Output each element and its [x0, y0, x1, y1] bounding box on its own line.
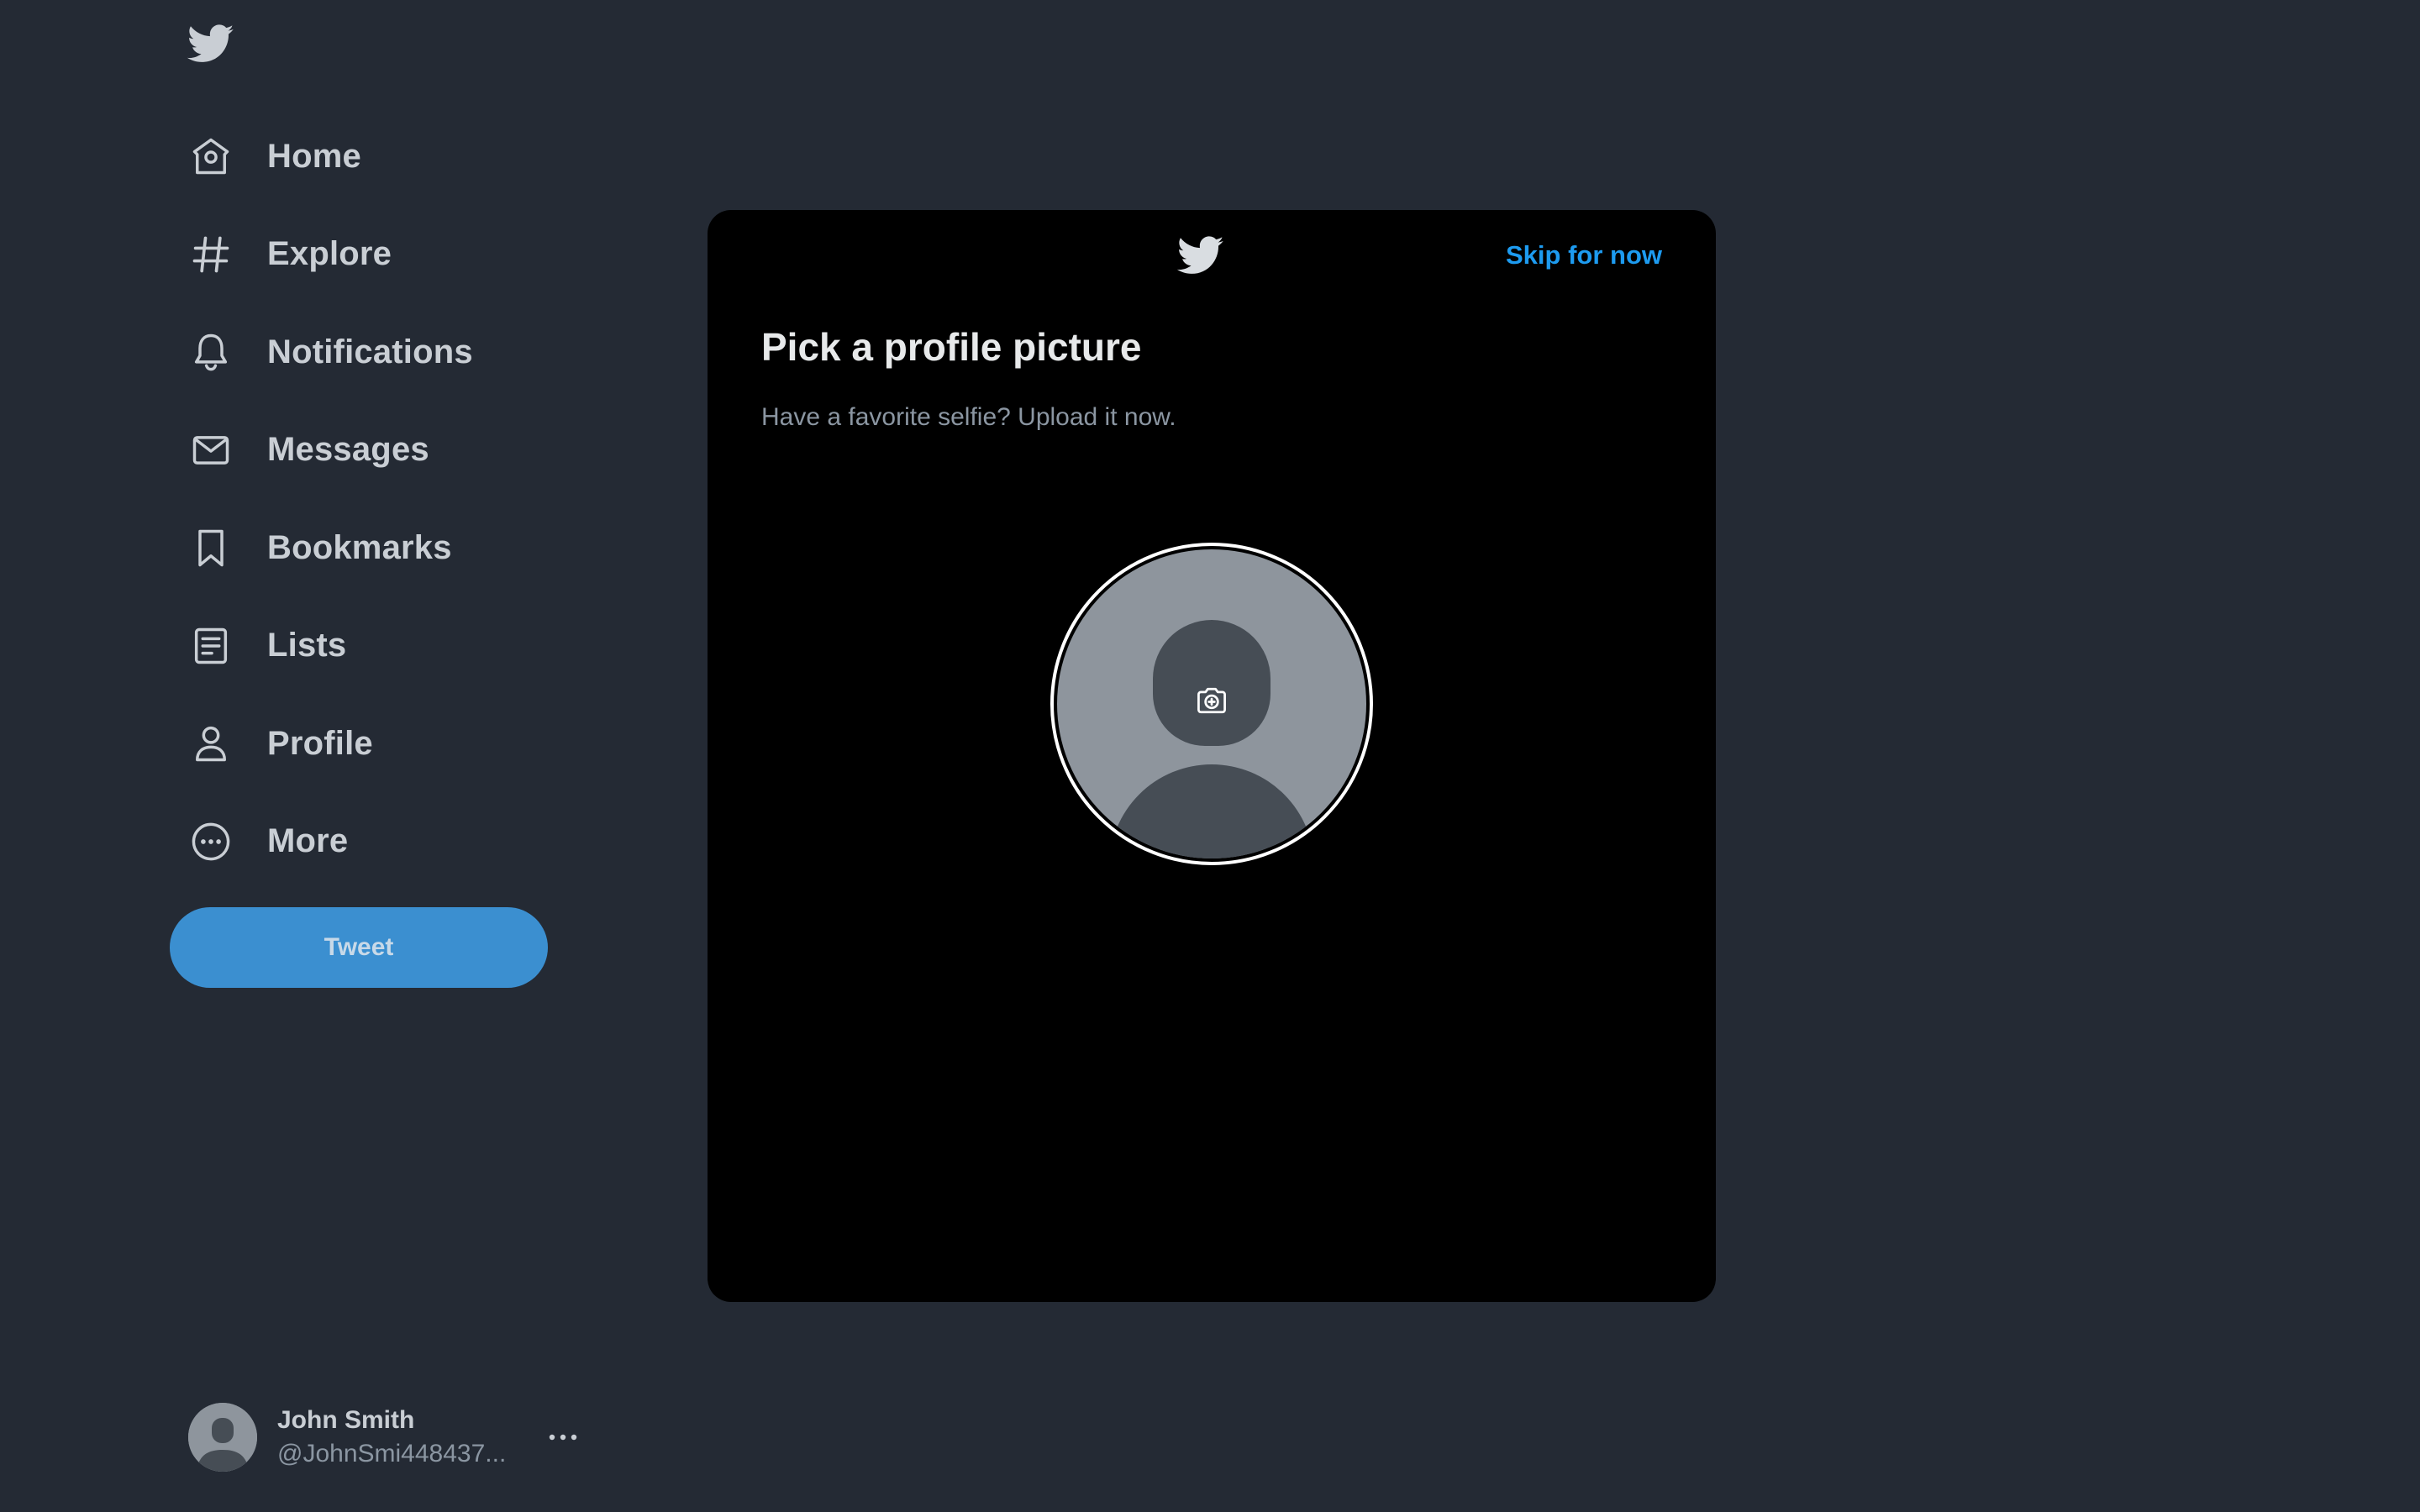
sidebar: Home Explore Notifications Messages Book… — [0, 0, 639, 1512]
nav-item-home[interactable]: Home — [185, 108, 473, 206]
profile-picture-modal: Skip for now Pick a profile picture Have… — [708, 210, 1716, 1302]
nav-label-more: More — [267, 822, 349, 860]
nav-item-messages[interactable]: Messages — [185, 402, 473, 500]
bookmark-icon — [185, 522, 237, 574]
nav-item-explore[interactable]: Explore — [185, 206, 473, 304]
skip-for-now-button[interactable]: Skip for now — [1506, 240, 1662, 270]
nav-label-explore: Explore — [267, 235, 392, 273]
account-info: John Smith @JohnSmi448437... — [277, 1404, 521, 1471]
nav-label-bookmarks: Bookmarks — [267, 528, 452, 566]
account-name: John Smith — [277, 1406, 415, 1434]
nav-item-bookmarks[interactable]: Bookmarks — [185, 499, 473, 597]
person-icon — [185, 717, 237, 769]
nav-label-home: Home — [267, 137, 361, 175]
avatar-body — [1109, 764, 1314, 858]
twitter-bird-icon — [1175, 232, 1227, 279]
more-circle-icon — [185, 816, 237, 868]
account-handle: @JohnSmi448437... — [277, 1440, 507, 1467]
home-icon — [185, 130, 237, 182]
main-navigation: Home Explore Notifications Messages Book… — [185, 108, 473, 890]
page: Home Explore Notifications Messages Book… — [0, 0, 2420, 1512]
nav-item-more[interactable]: More — [185, 793, 473, 891]
ellipsis-icon[interactable] — [546, 1420, 580, 1454]
nav-item-profile[interactable]: Profile — [185, 695, 473, 793]
envelope-icon — [185, 424, 237, 476]
list-icon — [185, 620, 237, 672]
twitter-logo-icon[interactable] — [185, 20, 237, 67]
nav-label-lists: Lists — [267, 627, 347, 664]
avatar — [188, 1403, 257, 1472]
hashtag-icon — [185, 228, 237, 281]
modal-title: Pick a profile picture — [761, 325, 1142, 369]
bell-icon — [185, 326, 237, 378]
add-photo-camera-icon[interactable] — [1193, 682, 1230, 719]
nav-item-notifications[interactable]: Notifications — [185, 303, 473, 402]
default-avatar — [1057, 549, 1366, 858]
nav-label-profile: Profile — [267, 724, 373, 762]
nav-item-lists[interactable]: Lists — [185, 597, 473, 696]
profile-picture-upload[interactable] — [1050, 543, 1373, 865]
tweet-button[interactable]: Tweet — [170, 907, 548, 988]
modal-subtitle: Have a favorite selfie? Upload it now. — [761, 403, 1176, 431]
nav-label-messages: Messages — [267, 431, 429, 469]
nav-label-notifications: Notifications — [267, 333, 473, 370]
account-switcher[interactable]: John Smith @JohnSmi448437... — [188, 1401, 583, 1473]
